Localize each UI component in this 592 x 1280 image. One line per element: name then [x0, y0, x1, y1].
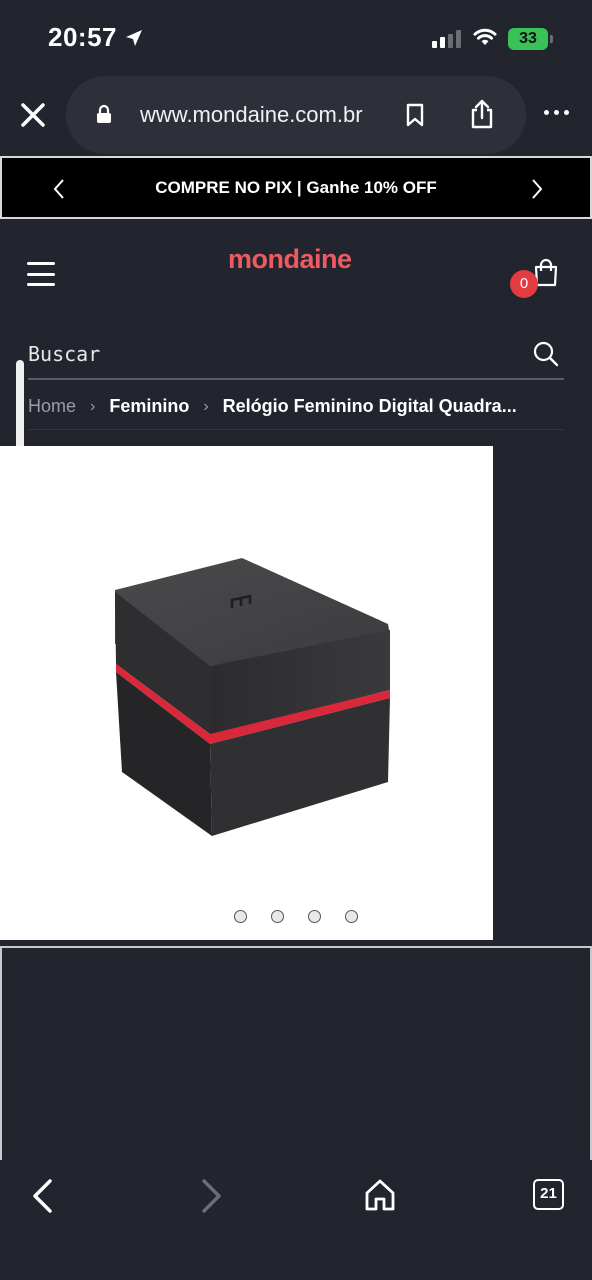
chevron-right-icon[interactable] [530, 178, 544, 200]
location-arrow-icon [126, 30, 142, 46]
browser-bottom-nav: 21 [0, 1160, 592, 1280]
status-bar: 20:57 33 [0, 0, 592, 78]
share-icon[interactable] [468, 98, 496, 130]
site-logo[interactable]: mondaine [228, 244, 352, 275]
search-input[interactable] [28, 338, 508, 370]
search-bar [28, 336, 564, 380]
home-icon[interactable] [364, 1178, 396, 1212]
tabs-icon[interactable]: 21 [533, 1179, 564, 1210]
back-icon[interactable] [30, 1178, 56, 1214]
breadcrumb-home[interactable]: Home [28, 396, 76, 417]
breadcrumb-current: Relógio Feminino Digital Quadra... [222, 396, 517, 416]
cart-count-badge: 0 [510, 270, 538, 298]
product-image [115, 558, 390, 836]
breadcrumb-category[interactable]: Feminino [109, 396, 189, 417]
promo-banner[interactable]: COMPRE NO PIX | Ganhe 10% OFF [0, 156, 592, 219]
promo-text: COMPRE NO PIX | Ganhe 10% OFF [155, 178, 437, 197]
signal-icon [432, 30, 461, 48]
close-icon[interactable] [18, 100, 48, 130]
search-icon[interactable] [532, 340, 560, 368]
status-time: 20:57 [48, 22, 117, 52]
address-bar[interactable]: www.mondaine.com.br [66, 76, 526, 154]
bookmark-icon[interactable] [404, 102, 426, 128]
forward-icon[interactable] [198, 1178, 224, 1214]
gallery-dot[interactable] [345, 910, 358, 923]
browser-toolbar: www.mondaine.com.br [0, 74, 592, 156]
lock-icon [97, 104, 111, 123]
product-gallery[interactable] [0, 446, 493, 940]
chevron-right-icon: › [203, 397, 209, 415]
gallery-pagination [234, 910, 358, 923]
breadcrumb: Home › Feminino › Relógio Feminino Digit… [28, 384, 564, 430]
wifi-icon [473, 28, 497, 45]
gallery-dot[interactable] [234, 910, 247, 923]
url-text[interactable]: www.mondaine.com.br [140, 102, 363, 128]
gallery-dot[interactable] [271, 910, 284, 923]
battery-indicator: 33 [508, 28, 553, 50]
gallery-dot[interactable] [308, 910, 321, 923]
more-icon[interactable] [544, 110, 569, 115]
content-panel [0, 946, 592, 1160]
chevron-right-icon: › [90, 397, 96, 415]
menu-icon[interactable] [27, 262, 55, 286]
